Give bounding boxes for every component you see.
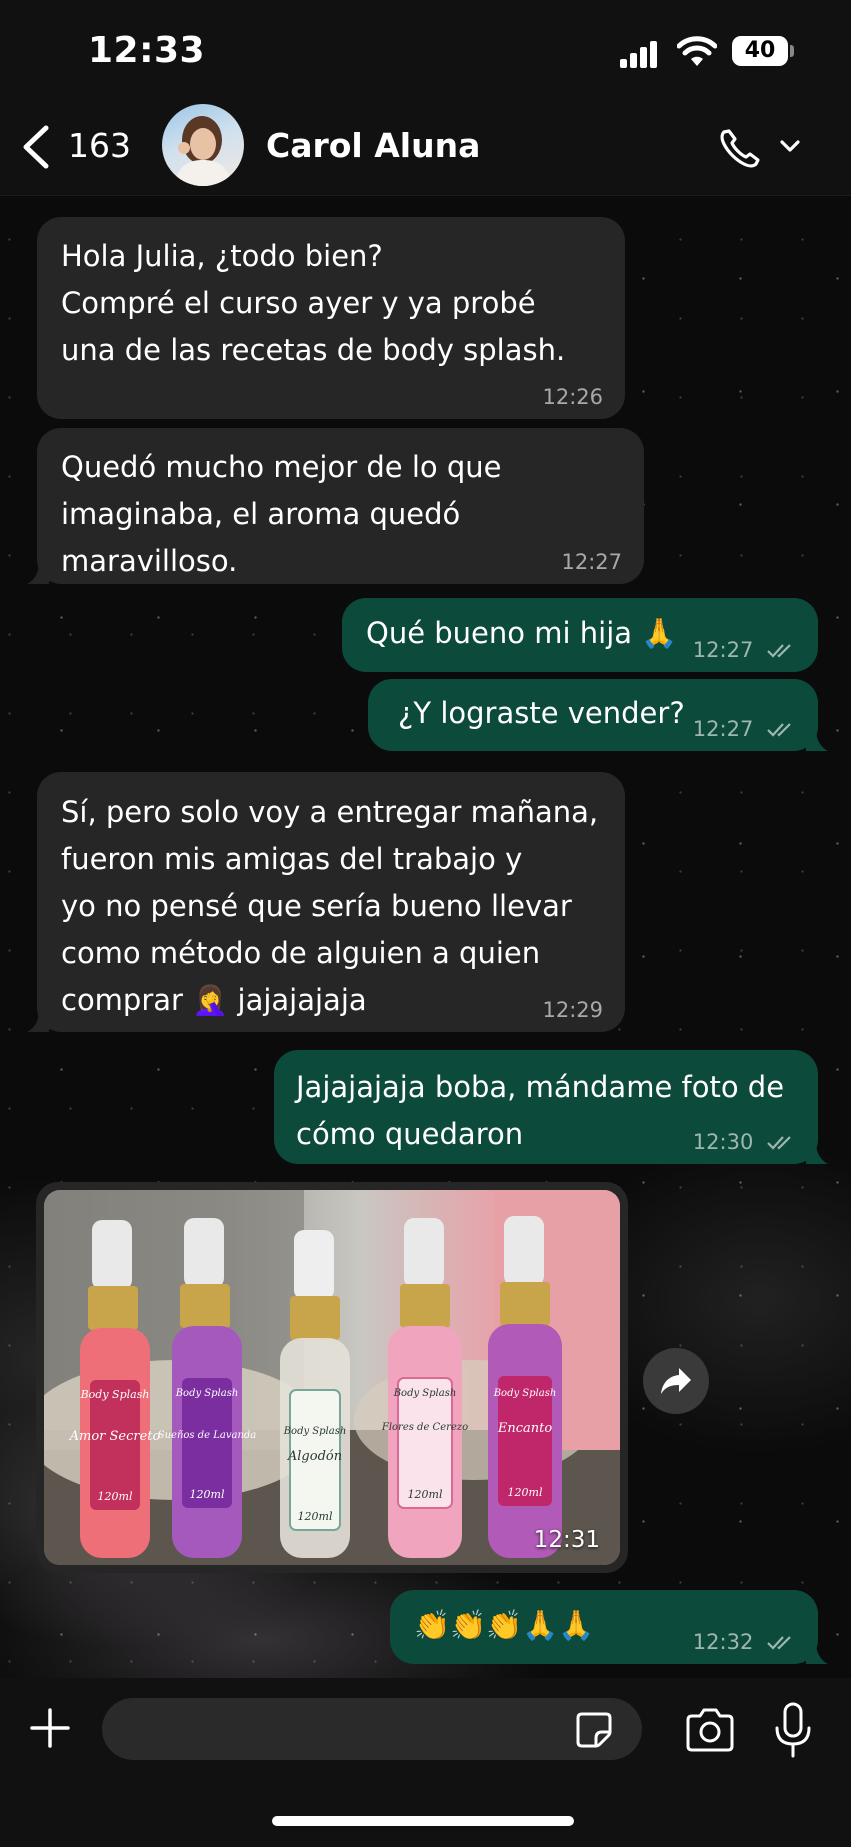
camera-icon[interactable]: [684, 1708, 736, 1752]
message-outgoing[interactable]: ¿Y lograste vender? 12:27: [368, 679, 828, 751]
back-unread-count[interactable]: 163: [68, 126, 131, 165]
message-photo[interactable]: Body Splash Amor Secreto 120ml Body Spla…: [36, 1182, 628, 1573]
message-time: 12:29: [542, 998, 603, 1022]
bottle-name: Flores de Cerezo: [381, 1422, 468, 1433]
product-photo[interactable]: Body Splash Amor Secreto 120ml Body Spla…: [44, 1190, 620, 1565]
bubble-tail: [806, 1142, 828, 1164]
message-incoming[interactable]: Sí, pero solo voy a entregar mañana, fue…: [27, 772, 625, 1032]
composer-bar: [0, 1678, 851, 1847]
bottle-brand: Body Splash: [393, 1388, 457, 1399]
bubble-tail: [806, 1642, 828, 1664]
message-text: Hola Julia, ¿todo bien? Compré el curso …: [61, 239, 566, 367]
clock: 12:33: [88, 30, 206, 71]
bottle-brand: Body Splash: [175, 1388, 239, 1399]
bubble-tail: [806, 729, 828, 751]
chat-header: 163 Carol Aluna: [0, 100, 851, 196]
message-time: 12:26: [542, 385, 603, 409]
message-time: 12:30: [693, 1130, 796, 1154]
forward-button[interactable]: [643, 1348, 709, 1414]
message-outgoing[interactable]: Jajajajaja boba, mándame foto de cómo qu…: [274, 1050, 828, 1164]
double-check-icon: [767, 644, 791, 658]
chat-screen: 12:33 40 163 Carol Aluna Hola Julia, ¿to…: [0, 0, 851, 1847]
message-time: 12:31: [533, 1527, 600, 1553]
bubble-tail: [27, 1010, 49, 1032]
forward-icon: [661, 1368, 691, 1394]
bottle-size: 120ml: [408, 1488, 443, 1501]
status-bar: 12:33 40: [0, 0, 851, 100]
bottle-name: Algodón: [287, 1449, 342, 1464]
bottle-name: Amor Secreto: [69, 1429, 161, 1444]
bottle-size: 120ml: [508, 1486, 543, 1499]
bottle-name: Sueños de Lavanda: [158, 1430, 257, 1441]
avatar-photo: [174, 116, 232, 186]
sticker-icon[interactable]: [574, 1710, 614, 1750]
phone-icon[interactable]: [716, 124, 810, 172]
plus-icon[interactable]: [28, 1706, 72, 1750]
home-indicator: [272, 1816, 574, 1826]
bottles-image: Body Splash Amor Secreto 120ml Body Spla…: [44, 1190, 620, 1565]
contact-name[interactable]: Carol Aluna: [266, 126, 480, 165]
battery-tip: [790, 45, 794, 57]
double-check-icon: [767, 1136, 791, 1150]
cellular-signal-icon: [620, 40, 660, 68]
message-time: 12:27: [561, 550, 622, 574]
bottle-size: 120ml: [190, 1488, 225, 1501]
bubble-tail: [27, 562, 49, 584]
bottle-brand: Body Splash: [80, 1388, 150, 1401]
message-text: Sí, pero solo voy a entregar mañana, fue…: [61, 795, 599, 1017]
wifi-icon: [677, 36, 717, 66]
bottle-size: 120ml: [298, 1510, 333, 1523]
back-chevron-icon[interactable]: [16, 124, 56, 170]
message-incoming[interactable]: Quedó mucho mejor de lo que imaginaba, e…: [27, 428, 644, 584]
bottle-size: 120ml: [98, 1490, 133, 1503]
message-time: 12:32: [693, 1630, 796, 1654]
message-input[interactable]: [102, 1698, 642, 1760]
bottle-brand: Body Splash: [493, 1388, 557, 1399]
double-check-icon: [767, 1636, 791, 1650]
message-time: 12:27: [693, 638, 796, 662]
chevron-down-icon: [780, 140, 800, 152]
message-text: Quedó mucho mejor de lo que imaginaba, e…: [61, 450, 502, 578]
bottle-name: Encanto: [497, 1421, 552, 1436]
message-outgoing[interactable]: 👏👏👏🙏🙏 12:32: [390, 1590, 828, 1664]
battery-indicator: 40: [732, 36, 788, 66]
avatar[interactable]: [162, 104, 244, 186]
message-time: 12:27: [693, 717, 796, 741]
message-incoming[interactable]: Hola Julia, ¿todo bien? Compré el curso …: [37, 217, 625, 419]
message-outgoing[interactable]: Qué bueno mi hija 🙏 12:27: [342, 598, 818, 672]
microphone-icon[interactable]: [773, 1702, 813, 1758]
bottle-brand: Body Splash: [283, 1426, 347, 1437]
double-check-icon: [767, 723, 791, 737]
